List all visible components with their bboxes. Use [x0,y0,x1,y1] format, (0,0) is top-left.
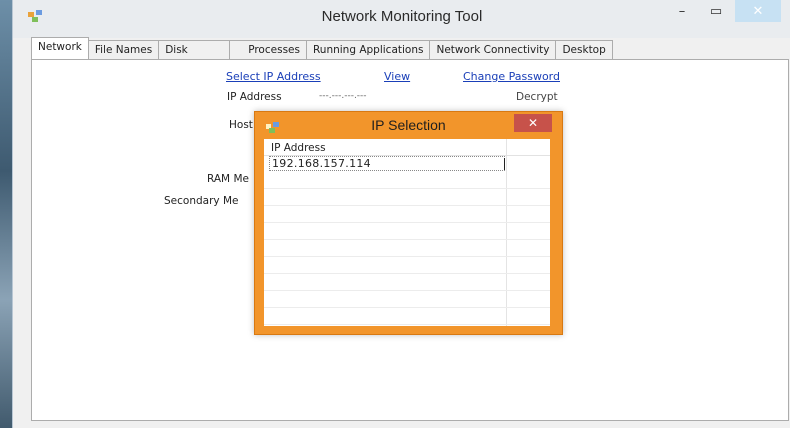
empty-grid-row [264,189,550,206]
ip-address-value: ---.---.---.--- [319,91,367,101]
ip-address-grid[interactable]: IP Address 192.168.157.114 [264,139,550,326]
ip-address-cell[interactable]: 192.168.157.114 [269,156,505,171]
tab-network-connectivity[interactable]: Network Connectivity [429,40,557,59]
text-caret [504,158,505,170]
grid-column-header[interactable]: IP Address [264,139,550,156]
dialog-close-button[interactable]: ✕ [514,114,552,132]
desktop-background [0,0,12,428]
change-password-link[interactable]: Change Password [463,70,560,83]
ip-address-label: IP Address [227,91,282,103]
ip-selection-dialog: IP Selection ✕ IP Address 192.168.157.11… [254,111,563,335]
tab-running-applications[interactable]: Running Applications [305,40,431,59]
title-bar: Network Monitoring Tool – ▭ ✕ [13,0,790,38]
decrypt-label: Decrypt [516,91,558,103]
tab-disk[interactable]: Disk [158,40,231,59]
maximize-button[interactable]: ▭ [699,0,733,22]
empty-grid-row [264,206,550,223]
empty-grid-row [264,257,550,274]
tab-file-names[interactable]: File Names [87,40,160,59]
close-button[interactable]: ✕ [735,0,781,22]
tab-strip: Network File Names Disk Processes Runnin… [31,37,613,59]
select-ip-address-link[interactable]: Select IP Address [226,70,321,83]
empty-grid-row [264,172,550,189]
view-link[interactable]: View [384,70,410,83]
tab-processes[interactable]: Processes [229,40,307,59]
empty-grid-row [264,223,550,240]
ip-address-column-header: IP Address [271,142,326,154]
tab-desktop[interactable]: Desktop [555,40,613,59]
secondary-memory-label: Secondary Me [164,195,239,207]
ram-memory-label: RAM Me [207,173,249,185]
empty-grid-row [264,274,550,291]
empty-grid-row [264,308,550,325]
empty-grid-row [264,240,550,257]
empty-grid-row [264,291,550,308]
tab-network[interactable]: Network [31,37,89,59]
minimize-button[interactable]: – [665,0,699,22]
